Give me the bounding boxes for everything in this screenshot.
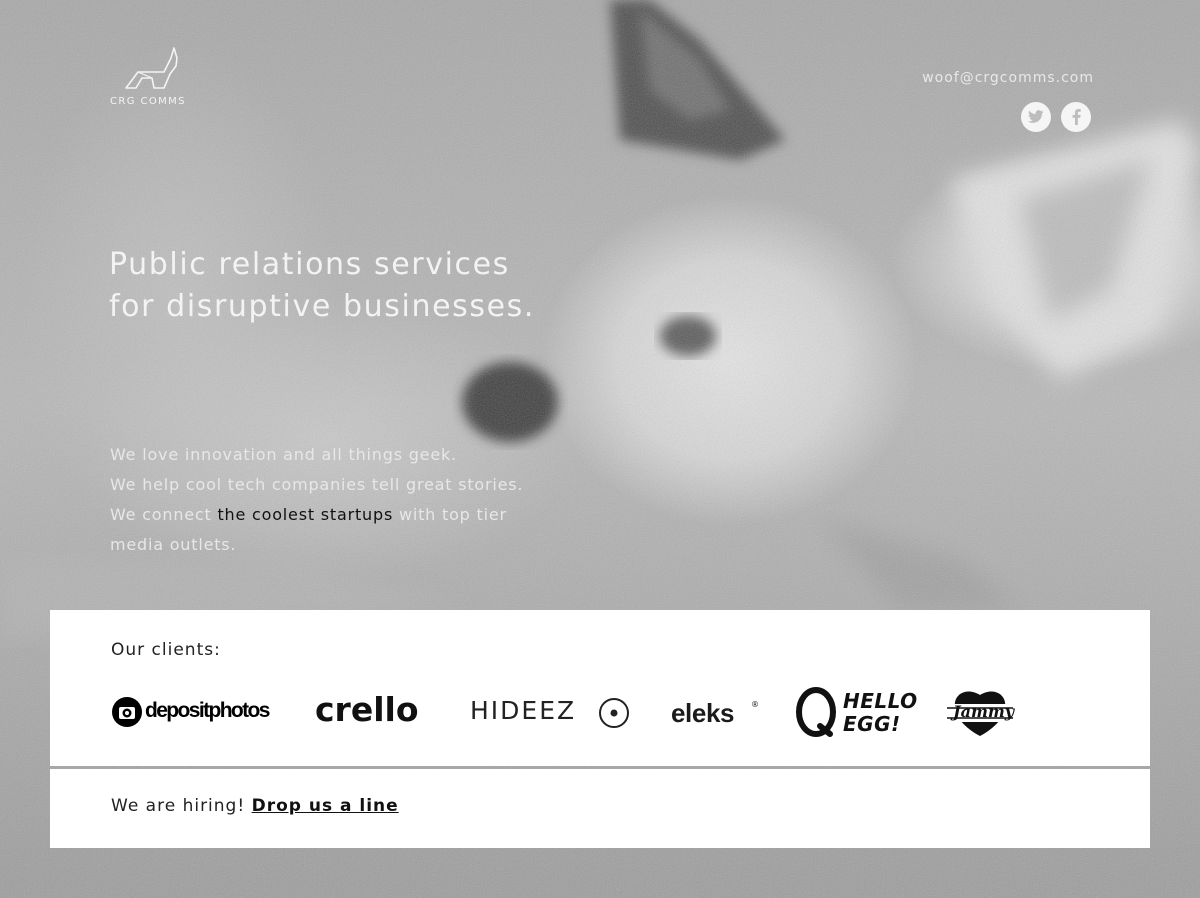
twitter-button[interactable] bbox=[1021, 102, 1051, 132]
facebook-button[interactable] bbox=[1061, 102, 1091, 132]
hero-line-1: Public relations services bbox=[109, 247, 510, 282]
about-line-3-end: with top tier bbox=[393, 505, 507, 524]
client-name-crello: crello bbox=[315, 690, 419, 729]
contact-email-link[interactable]: woof@crgcomms.com bbox=[922, 70, 1094, 86]
client-name-eleks: eleks bbox=[671, 698, 735, 728]
client-name-depositphotos: depositphotos bbox=[145, 699, 270, 722]
brand-name: CRG COMMS bbox=[110, 96, 186, 107]
about-line-3-start: We connect bbox=[110, 505, 218, 524]
hideez-target-icon bbox=[599, 698, 629, 728]
twitter-icon bbox=[1028, 110, 1044, 123]
client-name-hideez: HIDEEZ bbox=[470, 696, 577, 725]
hiring-text: We are hiring! bbox=[111, 796, 252, 816]
camera-icon bbox=[112, 697, 142, 727]
clients-title: Our clients: bbox=[111, 640, 221, 660]
about-line-1: We love innovation and all things geek. bbox=[110, 445, 457, 464]
hero-line-2: for disruptive businesses. bbox=[109, 289, 536, 324]
clients-panel: Our clients: depositphotos crello HIDEEZ… bbox=[50, 610, 1150, 766]
coolest-startups-highlight: the coolest startups bbox=[217, 505, 394, 524]
hiring-panel: We are hiring! Drop us a line bbox=[50, 769, 1150, 848]
hiring-row: We are hiring! Drop us a line bbox=[111, 796, 399, 816]
hero-headline: Public relations services for disruptive… bbox=[109, 244, 535, 328]
corgi-logo-icon bbox=[125, 47, 178, 89]
registered-mark-icon: ® bbox=[751, 700, 759, 709]
client-logo-hello-egg: HELLO EGG! bbox=[796, 686, 917, 740]
brand-logo[interactable]: CRG COMMS bbox=[110, 44, 196, 107]
egg-icon bbox=[796, 687, 836, 737]
client-name-hello: HELLO bbox=[843, 689, 918, 713]
client-logo-crello: crello bbox=[315, 690, 435, 730]
client-logo-depositphotos: depositphotos bbox=[111, 696, 279, 728]
client-name-egg: EGG! bbox=[843, 712, 901, 736]
facebook-icon bbox=[1072, 109, 1081, 125]
about-text: We love innovation and all things geek. … bbox=[110, 440, 570, 560]
client-logo-hideez: HIDEEZ bbox=[470, 696, 634, 728]
client-logo-jammy: Jammy bbox=[945, 686, 1015, 738]
client-name-jammy: Jammy bbox=[953, 702, 1015, 721]
client-logo-eleks: eleks ® bbox=[671, 698, 763, 728]
about-line-4: media outlets. bbox=[110, 535, 237, 554]
about-line-2: We help cool tech companies tell great s… bbox=[110, 475, 524, 494]
drop-us-a-line-link[interactable]: Drop us a line bbox=[252, 796, 399, 816]
about-line-3: We connect the coolest startups with top… bbox=[110, 500, 570, 530]
